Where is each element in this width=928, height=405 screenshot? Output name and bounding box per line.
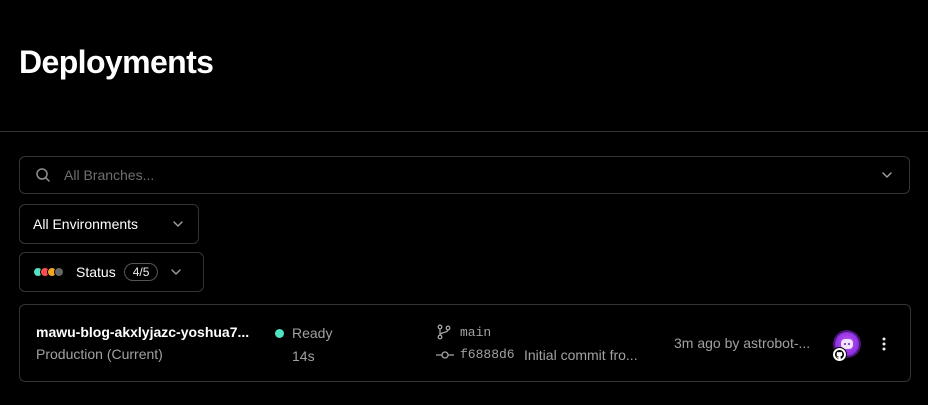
status-indicator (275, 329, 284, 338)
page-title: Deployments (19, 44, 214, 80)
deployment-duration: 14s (292, 348, 315, 364)
github-icon (832, 347, 847, 362)
search-icon (20, 167, 64, 183)
commit-message[interactable]: Initial commit fro... (524, 347, 638, 363)
status-filter[interactable]: Status 4/5 (19, 252, 204, 292)
deployment-status: Ready (292, 325, 333, 341)
git-branch-icon (437, 324, 451, 345)
status-filter-label: Status (76, 264, 116, 280)
commit-hash[interactable]: f6888d6 (460, 347, 515, 362)
environment-select[interactable]: All Environments (19, 204, 199, 244)
deployment-row[interactable]: mawu-blog-akxlyjazc-yoshua7... Productio… (19, 304, 911, 382)
deployment-name[interactable]: mawu-blog-akxlyjazc-yoshua7... (36, 324, 249, 340)
status-dot-canceled (54, 267, 64, 277)
status-color-dots (33, 267, 64, 277)
chevron-down-icon[interactable] (865, 168, 909, 182)
branch-search[interactable] (19, 156, 910, 194)
git-commit-icon (436, 348, 454, 366)
chevron-down-icon (158, 217, 198, 231)
header-divider (0, 131, 928, 132)
deployment-branch[interactable]: main (460, 325, 491, 340)
deployment-environment: Production (Current) (36, 346, 163, 362)
search-input[interactable] (64, 167, 865, 183)
chevron-down-icon (164, 265, 188, 279)
status-count-badge: 4/5 (123, 263, 159, 281)
deployment-time-author: 3m ago by astrobot-... (674, 335, 811, 351)
more-vertical-icon[interactable] (876, 333, 892, 355)
environment-select-label: All Environments (33, 216, 139, 232)
